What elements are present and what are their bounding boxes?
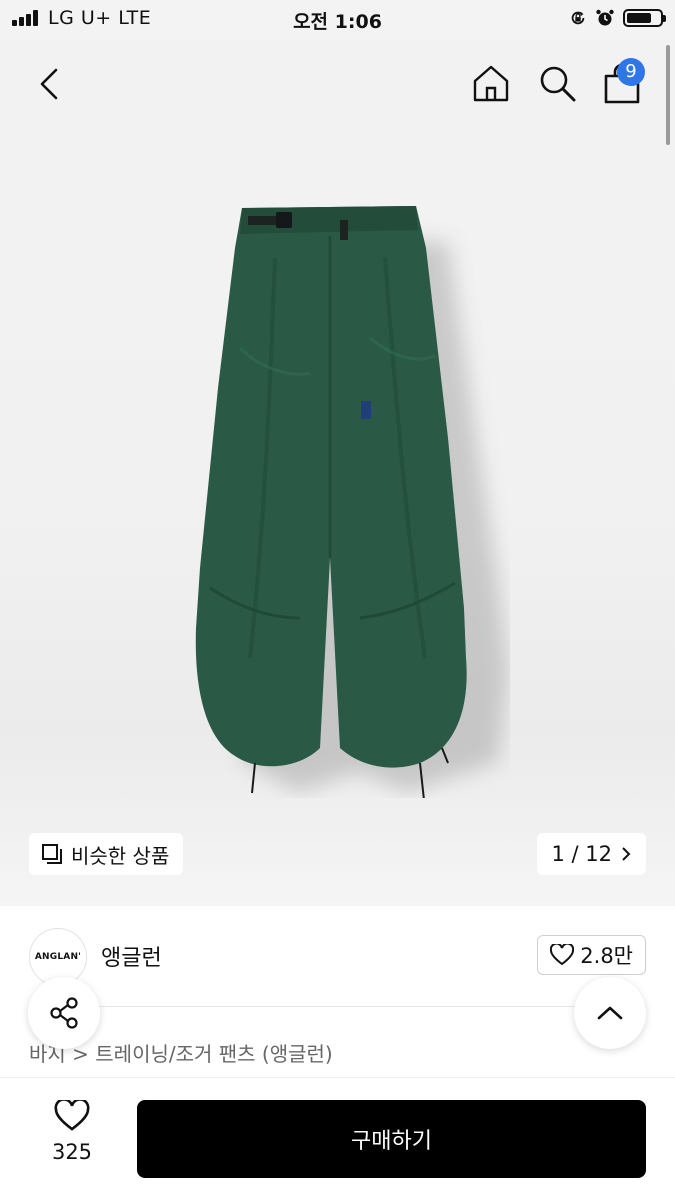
status-bar: LG U+ LTE 오전 1:06: [0, 0, 675, 38]
brand-like-button[interactable]: 2.8만: [537, 935, 646, 975]
heart-icon: [54, 1098, 90, 1131]
image-counter: 1 / 12: [551, 842, 612, 866]
scrollbar[interactable]: [666, 45, 670, 145]
scroll-top-button[interactable]: [574, 977, 646, 1049]
wishlist-count: 325: [51, 1140, 93, 1164]
divider: [29, 1006, 646, 1007]
wishlist-button[interactable]: 325: [40, 1098, 104, 1180]
home-icon[interactable]: [470, 62, 512, 104]
battery-icon: [623, 9, 666, 27]
product-image[interactable]: [180, 188, 510, 798]
image-counter-button[interactable]: 1 / 12: [537, 833, 646, 875]
product-hero[interactable]: 9 비슷한 상품 1 / 12: [0, 38, 675, 906]
share-icon: [50, 997, 78, 1029]
share-button[interactable]: [28, 977, 100, 1049]
buy-button[interactable]: 구매하기: [137, 1100, 646, 1178]
bottom-action-bar: 325 구매하기: [0, 1077, 675, 1201]
brand-name[interactable]: 앵글런: [101, 940, 162, 972]
search-icon[interactable]: [536, 62, 578, 104]
chevron-up-icon: [597, 1006, 623, 1020]
similar-products-button[interactable]: 비슷한 상품: [29, 833, 184, 875]
heart-icon: [550, 944, 575, 966]
chevron-right-icon: [622, 847, 631, 861]
back-icon[interactable]: [30, 64, 70, 104]
brand-like-count: 2.8만: [580, 944, 633, 968]
similar-products-label: 비슷한 상품: [71, 843, 170, 868]
cart-badge: 9: [617, 58, 645, 86]
similar-items-icon: [42, 844, 62, 864]
brand-logo-text: ANGLAN': [34, 952, 82, 962]
alarm-icon: [596, 9, 614, 26]
rotation-lock-icon: [571, 11, 585, 25]
